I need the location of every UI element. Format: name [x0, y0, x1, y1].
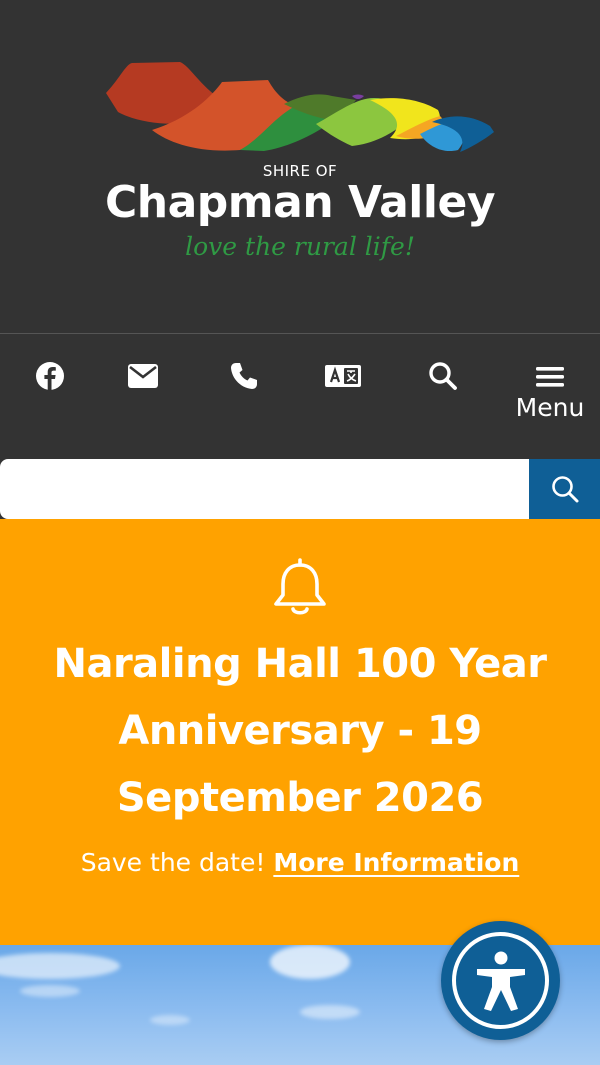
- search-icon: [551, 476, 578, 503]
- bell-icon: [274, 558, 326, 615]
- search-icon: [429, 362, 457, 390]
- accessibility-icon: [476, 951, 525, 1011]
- utility-toolbar: Menu: [0, 335, 600, 459]
- facebook-icon: [36, 362, 64, 390]
- more-information-link[interactable]: More Information: [273, 848, 519, 877]
- phone-icon: [231, 363, 257, 389]
- cloud-shape: [150, 1015, 190, 1025]
- cloud-shape: [300, 1005, 360, 1019]
- facebook-button[interactable]: [20, 361, 80, 441]
- search-input[interactable]: [0, 459, 529, 519]
- menu-button[interactable]: Menu: [514, 361, 586, 441]
- alert-message-text: Save the date!: [80, 848, 266, 877]
- mail-icon: [128, 364, 158, 388]
- site-header: SHIRE OF Chapman Valley love the rural l…: [0, 0, 600, 334]
- phone-button[interactable]: [214, 361, 274, 441]
- translate-icon: [325, 365, 361, 387]
- logo-name-text: Chapman Valley: [104, 177, 496, 228]
- alert-title: Naraling Hall 100 Year Anniversary - 19 …: [53, 641, 547, 821]
- site-logo[interactable]: SHIRE OF Chapman Valley love the rural l…: [0, 0, 600, 334]
- translate-button[interactable]: [313, 361, 373, 441]
- email-button[interactable]: [113, 361, 173, 441]
- accessibility-button[interactable]: [441, 921, 560, 1040]
- cloud-shape: [0, 953, 120, 979]
- menu-label: Menu: [515, 393, 585, 422]
- cloud-shape: [20, 985, 80, 997]
- cloud-shape: [270, 945, 350, 979]
- logo-tagline-text: love the rural life!: [185, 232, 415, 261]
- alert-banner: Naraling Hall 100 Year Anniversary - 19 …: [0, 519, 600, 945]
- menu-icon: [536, 367, 564, 387]
- search-bar: [0, 459, 600, 519]
- search-submit-button[interactable]: [529, 459, 600, 519]
- search-toggle-button[interactable]: [413, 361, 473, 441]
- alert-message: Save the date! More Information: [0, 848, 600, 877]
